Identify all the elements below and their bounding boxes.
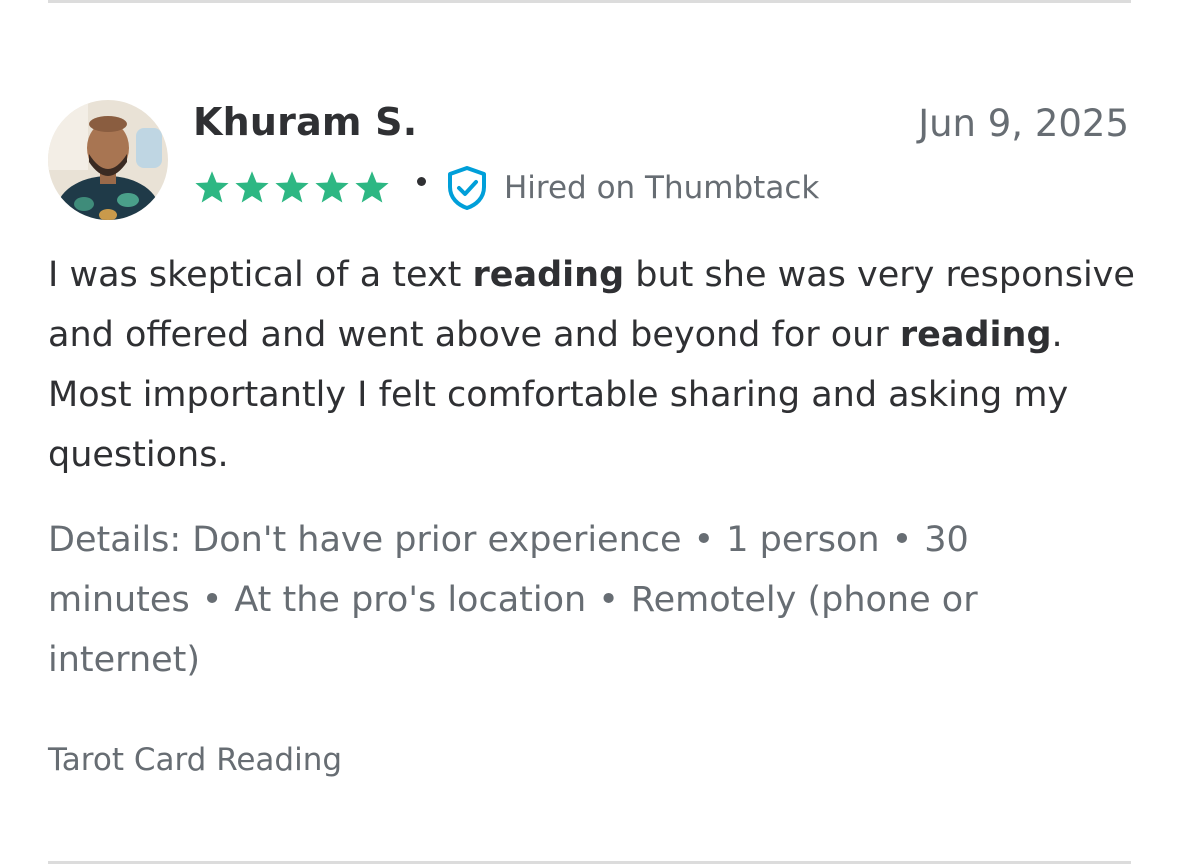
top-divider — [48, 0, 1131, 3]
detail-item: 1 person — [726, 520, 880, 560]
detail-item: At the pro's location — [234, 580, 587, 620]
avatar-photo — [48, 100, 168, 220]
review-text-segment: I was skeptical of a text — [48, 255, 473, 295]
star-icon — [313, 170, 351, 206]
bullet-separator: • — [891, 520, 913, 560]
review-text: I was skeptical of a text reading but sh… — [48, 245, 1138, 485]
review-meta: Hired on Thumbtack — [193, 166, 819, 210]
service-tag: Tarot Card Reading — [48, 742, 343, 778]
star-rating — [193, 170, 391, 206]
review-date: Jun 9, 2025 — [918, 102, 1129, 145]
bullet-separator: • — [201, 580, 223, 620]
reviewer-name: Khuram S. — [193, 100, 418, 144]
avatar[interactable] — [48, 100, 168, 220]
detail-item: Don't have prior experience — [192, 520, 682, 560]
bottom-divider — [48, 861, 1131, 864]
shield-check-icon — [446, 165, 488, 211]
bullet-separator: • — [598, 580, 619, 620]
bullet-separator: • — [693, 520, 715, 560]
separator-dot — [417, 176, 426, 186]
star-icon — [273, 170, 311, 206]
star-icon — [193, 170, 231, 206]
star-icon — [233, 170, 271, 206]
star-icon — [353, 170, 391, 206]
review-details: Details: Don't have prior experience • 1 p… — [48, 510, 1138, 690]
details-prefix: Details: — [48, 520, 182, 560]
hired-on-thumbtack-label: Hired on Thumbtack — [504, 170, 820, 206]
highlighted-keyword: reading — [472, 255, 625, 295]
highlighted-keyword: reading — [899, 315, 1052, 355]
